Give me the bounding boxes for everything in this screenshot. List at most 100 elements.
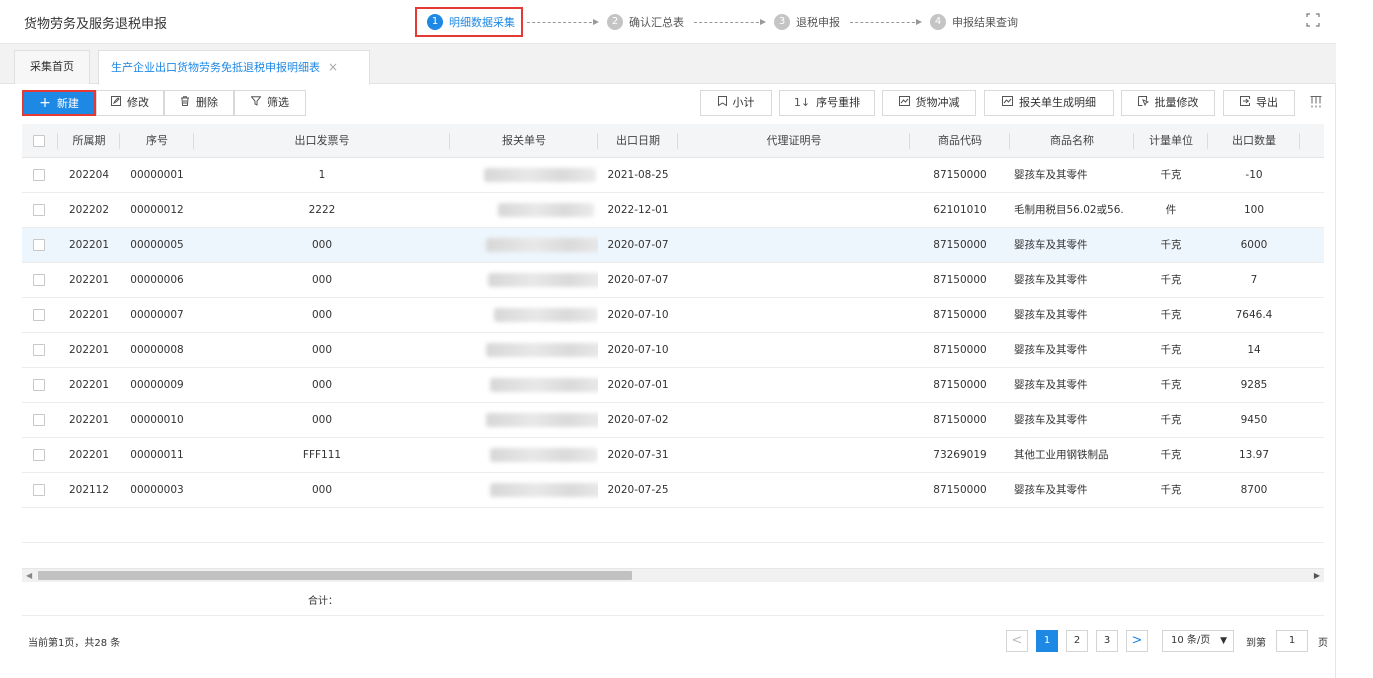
tab-home[interactable]: 采集首页 [14,50,90,84]
page-1-button[interactable]: 1 [1036,630,1058,652]
cell-name: 其他工业用钢铁制品 [1014,449,1109,461]
column-settings-icon[interactable] [1310,96,1322,111]
row-checkbox-cell [22,298,58,332]
scroll-right-icon[interactable]: ▶ [1314,571,1320,580]
redaction-blur [494,308,598,322]
row-checkbox[interactable] [33,239,45,251]
cell-code: 87150000 [933,484,987,496]
offset-button[interactable]: 货物冲减 [882,90,976,116]
redaction-blur [486,238,598,252]
subtotal-button[interactable]: 小计 [700,90,772,116]
table-row[interactable]: 202201 00000011 FFF111 2020-07-31 73269019 其他… [22,438,1324,473]
select-all-checkbox[interactable] [33,135,45,147]
cell-invoice: 000 [311,344,333,356]
row-checkbox[interactable] [33,204,45,216]
cell-date: 2020-07-02 [607,414,669,426]
scrollbar-thumb[interactable] [38,571,632,580]
page-3-button[interactable]: 3 [1096,630,1118,652]
header-name[interactable]: 商品名称 [1010,124,1134,158]
row-checkbox[interactable] [33,414,45,426]
app-window: 货物劳务及服务退税申报 1 明细数据采集 2 确认汇总表 3 退税申报 4 申报… [0,0,1336,678]
cell-code: 87150000 [933,379,987,391]
goto-page-input[interactable]: 1 [1276,630,1308,652]
header-date[interactable]: 出口日期 [598,124,678,158]
table-row[interactable]: 202201 00000005 000 2020-07-07 87150000 婴孩车及其… [22,228,1324,263]
tab-close-icon[interactable]: × [328,60,338,74]
header-qty[interactable]: 出口数量 [1208,124,1300,158]
row-checkbox[interactable] [33,484,45,496]
delete-button[interactable]: 删除 [164,90,234,116]
row-checkbox[interactable] [33,344,45,356]
step-2[interactable]: 2 确认汇总表 [601,7,690,37]
tab-detail-sheet-label: 生产企业出口货物劳务免抵退税申报明细表 [111,61,320,74]
page-2-button[interactable]: 2 [1066,630,1088,652]
cell-qty: 9450 [1240,414,1268,426]
fullscreen-icon[interactable] [1306,13,1322,29]
header-customs[interactable]: 报关单号 [450,124,598,158]
cell-qty: 6000 [1240,239,1268,251]
plus-icon: + [39,95,51,111]
cell-unit: 千克 [1160,169,1182,181]
cell-period: 202201 [68,239,110,251]
table-row[interactable]: 202204 00000001 1 2021-08-25 87150000 婴孩车及其零件… [22,158,1324,193]
step-4[interactable]: 4 申报结果查询 [924,7,1024,37]
next-page-button[interactable]: > [1126,630,1148,652]
row-checkbox-cell [22,473,58,507]
table-row[interactable]: 202201 00000009 000 2020-07-01 87150000 婴孩车及其… [22,368,1324,403]
filter-button[interactable]: 筛选 [234,90,306,116]
export-button[interactable]: 导出 [1223,90,1295,116]
cell-customs-redacted [450,368,598,402]
cell-customs-redacted [450,228,598,262]
row-checkbox-cell [22,193,58,227]
table-row[interactable]: 202112 00000003 000 2020-07-25 87150000 婴孩车及其… [22,473,1324,508]
offset-button-label: 货物冲减 [915,96,960,109]
row-checkbox[interactable] [33,169,45,181]
generate-detail-button[interactable]: 报关单生成明细 [984,90,1114,116]
table-row[interactable]: 202202 00000012 2222 2022-12-01 62101010 毛制用税… [22,193,1324,228]
detail-table: 所属期 序号 出口发票号 报关单号 出口日期 代理证明号 商品代码 商品名称 计… [22,124,1324,574]
cell-date: 2020-07-10 [607,344,669,356]
batch-edit-button[interactable]: 批量修改 [1121,90,1215,116]
step-1[interactable]: 1 明细数据采集 [415,7,523,37]
cell-unit: 千克 [1160,344,1182,356]
redaction-blur [488,273,598,287]
cell-agent [678,228,910,262]
row-checkbox[interactable] [33,309,45,321]
cell-qty: 8700 [1240,484,1268,496]
page-info: 当前第1页，共28 条 [28,638,121,649]
cell-customs-redacted [450,298,598,332]
chart-icon [898,91,910,115]
header-period[interactable]: 所属期 [58,124,120,158]
step-2-number: 2 [607,14,623,30]
table-row[interactable]: 202201 00000010 000 2020-07-02 87150000 婴孩车及其… [22,403,1324,438]
table-row[interactable]: 202201 00000006 000 2020-07-07 87150000 婴孩车及其… [22,263,1324,298]
page-size-select[interactable]: 10 条/页 ▼ [1162,630,1234,652]
header-seq[interactable]: 序号 [120,124,194,158]
table-row[interactable]: 202201 00000008 000 2020-07-10 87150000 婴孩车及其… [22,333,1324,368]
new-button[interactable]: + 新建 [22,90,96,116]
header-code[interactable]: 商品代码 [910,124,1010,158]
prev-page-button[interactable]: < [1006,630,1028,652]
row-checkbox[interactable] [33,379,45,391]
table-row[interactable]: 202201 00000007 000 2020-07-10 87150000 婴孩车及其… [22,298,1324,333]
header-invoice[interactable]: 出口发票号 [194,124,450,158]
toolbar: + 新建 修改 删除 筛选 小计 1↓ 序号重排 货物冲减 报关单生成明细 批量… [0,84,1336,124]
generate-detail-button-label: 报关单生成明细 [1019,96,1096,109]
row-checkbox[interactable] [33,274,45,286]
header-agent[interactable]: 代理证明号 [678,124,910,158]
cell-invoice: 000 [311,484,333,496]
step-3[interactable]: 3 退税申报 [768,7,846,37]
cell-name: 婴孩车及其零件 [1014,239,1088,251]
scroll-left-icon[interactable]: ◀ [26,571,32,580]
cell-customs-redacted [450,403,598,437]
reorder-button[interactable]: 1↓ 序号重排 [779,90,875,116]
redaction-blur [490,448,598,462]
edit-button[interactable]: 修改 [96,90,164,116]
row-checkbox[interactable] [33,449,45,461]
tab-detail-sheet[interactable]: 生产企业出口货物劳务免抵退税申报明细表 × [98,50,370,85]
export-button-label: 导出 [1256,96,1278,109]
subtotal-button-label: 小计 [732,96,755,109]
header-unit[interactable]: 计量单位 [1134,124,1208,158]
horizontal-scrollbar[interactable]: ◀ ▶ [22,568,1324,582]
cell-agent [678,298,910,332]
